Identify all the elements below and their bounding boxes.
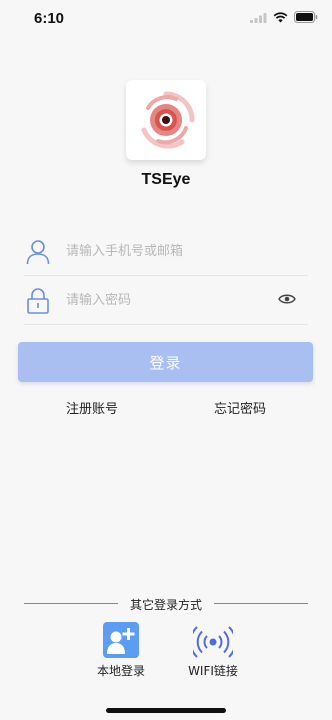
password-input[interactable] bbox=[66, 287, 266, 313]
status-bar: 6:10 bbox=[0, 0, 332, 36]
other-login-title: 其它登录方式 bbox=[129, 598, 202, 612]
status-time: 6:10 bbox=[34, 10, 65, 27]
battery-icon bbox=[294, 11, 318, 23]
app-name: TSEye bbox=[141, 171, 191, 188]
show-password-icon[interactable] bbox=[278, 293, 296, 305]
forgot-password-link[interactable]: 忘记密码 bbox=[214, 398, 266, 417]
local-login-label: 本地登录 bbox=[96, 664, 145, 678]
add-user-icon bbox=[103, 622, 139, 658]
wifi-link-option[interactable]: WIFI链接 bbox=[183, 622, 243, 679]
account-field bbox=[24, 228, 308, 276]
wifi-link-label: WIFI链接 bbox=[188, 664, 238, 678]
password-field bbox=[24, 277, 308, 325]
wifi-icon bbox=[273, 11, 288, 22]
cellular-signal-icon bbox=[250, 12, 267, 23]
app-logo bbox=[126, 80, 206, 160]
wifi-signal-icon bbox=[193, 626, 233, 658]
lock-icon bbox=[27, 288, 49, 314]
divider-right bbox=[214, 603, 308, 604]
status-icons bbox=[250, 11, 318, 23]
login-button[interactable]: 登录 bbox=[18, 342, 313, 382]
register-link[interactable]: 注册账号 bbox=[66, 398, 118, 417]
home-indicator bbox=[106, 708, 226, 713]
user-icon bbox=[26, 240, 50, 265]
account-input[interactable] bbox=[66, 238, 266, 264]
eye-logo-icon bbox=[141, 91, 195, 149]
local-login-option[interactable]: 本地登录 bbox=[92, 622, 150, 679]
